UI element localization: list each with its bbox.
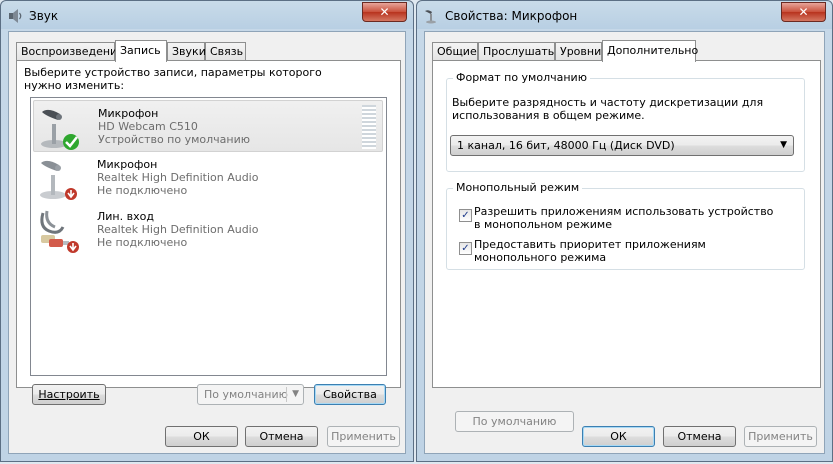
properties-dialog: Свойства: Микрофон ✕ Общие Прослушать Ур…	[416, 0, 833, 462]
microphone-icon	[40, 160, 77, 200]
chevron-down-icon[interactable]: ▼	[780, 136, 787, 155]
configure-button[interactable]: Настроить	[32, 384, 106, 405]
window-title: Свойства: Микрофон	[445, 9, 578, 23]
microphone-icon	[41, 109, 79, 150]
device-detail: HD Webcam C510	[98, 120, 198, 133]
exclusive-priority-label[interactable]: Предоставить приоритет приложениям моноп…	[474, 238, 784, 264]
dialog-body: Воспроизведение Запись Звуки Связь Выбер…	[8, 31, 406, 454]
device-item[interactable]: Микрофон Realtek High Definition Audio Н…	[33, 152, 381, 202]
restore-defaults-button[interactable]: По умолчанию	[455, 411, 574, 432]
tab-sounds[interactable]: Звуки	[167, 42, 206, 60]
tab-panel: Формат по умолчанию Выберите разрядность…	[432, 60, 821, 432]
tab-communications[interactable]: Связь	[205, 42, 246, 60]
sound-dialog: Звук ✕ Воспроизведение Запись Звуки Связ…	[0, 0, 414, 462]
format-group: Формат по умолчанию Выберите разрядность…	[446, 71, 805, 172]
format-dropdown[interactable]: 1 канал, 16 бит, 48000 Гц (Диск DVD) ▼	[450, 135, 794, 156]
title-bar[interactable]: Звук ✕	[1, 1, 413, 29]
format-value: 1 канал, 16 бит, 48000 Гц (Диск DVD)	[457, 139, 675, 152]
tab-advanced[interactable]: Дополнительно	[602, 40, 698, 62]
chevron-down-icon[interactable]: ▼	[292, 385, 299, 404]
device-detail: Realtek High Definition Audio	[97, 171, 259, 184]
level-meter	[362, 105, 376, 149]
exclusive-group: Монопольный режим ✓ Разрешить приложения…	[446, 181, 805, 270]
ok-button[interactable]: ОК	[582, 426, 655, 447]
tab-general[interactable]: Общие	[432, 42, 478, 60]
device-status: Не подключено	[97, 184, 188, 197]
device-name: Микрофон	[98, 107, 159, 120]
device-name: Микрофон	[97, 158, 158, 171]
window-title: Звук	[29, 9, 59, 23]
microphone-icon	[425, 10, 436, 24]
tab-recording[interactable]: Запись	[115, 40, 167, 62]
instruction-text: Выберите устройство записи, параметры ко…	[24, 66, 322, 92]
device-status: Устройство по умолчанию	[98, 133, 251, 146]
device-name: Лин. вход	[97, 210, 154, 223]
title-bar[interactable]: Свойства: Микрофон ✕	[417, 1, 832, 29]
properties-button[interactable]: Свойства	[314, 384, 386, 405]
device-item[interactable]: Лин. вход Realtek High Definition Audio …	[33, 204, 381, 254]
device-detail: Realtek High Definition Audio	[97, 223, 259, 236]
device-item[interactable]: Микрофон HD Webcam C510 Устройство по ум…	[33, 100, 383, 152]
allow-exclusive-checkbox[interactable]: ✓	[459, 209, 472, 222]
device-status: Не подключено	[97, 236, 188, 249]
exclusive-priority-checkbox[interactable]: ✓	[459, 242, 472, 255]
exclusive-group-title: Монопольный режим	[453, 181, 583, 194]
tab-panel: Выберите устройство записи, параметры ко…	[16, 60, 401, 388]
allow-exclusive-label[interactable]: Разрешить приложениям использовать устро…	[474, 205, 774, 231]
cancel-button[interactable]: Отмена	[663, 426, 736, 447]
format-group-title: Формат по умолчанию	[453, 71, 590, 84]
tab-listen[interactable]: Прослушать	[478, 42, 555, 60]
device-list[interactable]: Микрофон HD Webcam C510 Устройство по ум…	[30, 97, 387, 376]
tab-levels[interactable]: Уровни	[555, 42, 602, 60]
dialog-body: Общие Прослушать Уровни Дополнительно Фо…	[424, 31, 825, 454]
line-in-cable-icon	[40, 210, 79, 253]
apply-button[interactable]: Применить	[744, 426, 817, 447]
close-button[interactable]: ✕	[781, 2, 826, 22]
apply-button[interactable]: Применить	[327, 426, 400, 447]
tab-playback[interactable]: Воспроизведение	[16, 42, 124, 60]
set-default-label: По умолчанию	[204, 388, 288, 401]
close-button[interactable]: ✕	[362, 2, 407, 22]
speaker-icon	[9, 9, 22, 23]
default-check-icon	[63, 134, 79, 150]
set-default-dropdown[interactable]: По умолчанию ▼	[197, 384, 304, 405]
format-description: Выберите разрядность и частоту дискретиз…	[452, 96, 764, 122]
cancel-button[interactable]: Отмена	[245, 426, 318, 447]
ok-button[interactable]: ОК	[165, 426, 238, 447]
